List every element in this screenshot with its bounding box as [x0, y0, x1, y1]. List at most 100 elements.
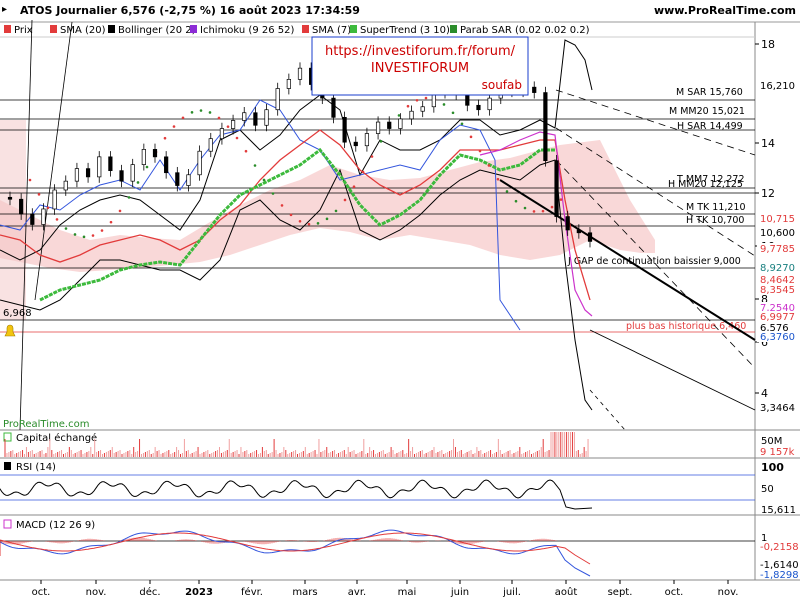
macd-tag: -1,8298 [760, 570, 799, 581]
macd-signal-line [0, 532, 591, 565]
price-tag-label: 6,9977 [760, 312, 795, 323]
candlestick [186, 174, 191, 186]
candlestick [476, 104, 481, 111]
sar-dot [91, 234, 95, 237]
price-tag-label: 9,7785 [760, 244, 795, 255]
channel-bottom [589, 329, 756, 411]
rsi-tag: 15,611 [761, 505, 796, 516]
sar-dot [487, 164, 491, 167]
sar-dot [307, 222, 311, 226]
sar-dot [442, 103, 446, 106]
sar-dot [217, 116, 221, 120]
macd-label: MACD (12 26 9) [16, 520, 95, 531]
legend-item-label: Ichimoku (9 26 52) [200, 25, 294, 36]
left-level-label: 6,968 [3, 308, 32, 319]
candlestick [532, 86, 537, 93]
macd-line [0, 529, 591, 577]
sar-dot [181, 116, 185, 120]
sar-dot [127, 196, 131, 199]
candlestick [398, 118, 403, 129]
candlestick [175, 172, 180, 186]
sar-dot [172, 125, 176, 128]
candlestick [208, 138, 213, 152]
candlestick [85, 168, 91, 178]
legend-swatch [450, 25, 457, 33]
rsi-swatch [4, 462, 11, 470]
level-annotation: H SAR 14,499 [677, 121, 743, 132]
candlestick [41, 208, 46, 225]
indicator-legend: Prix SMA (20) Bollinger (20 2) Ichimoku (9 … [4, 25, 590, 36]
candlestick [297, 67, 303, 80]
candlestick [543, 92, 548, 162]
sar-dot [406, 104, 410, 108]
legend-swatch [190, 25, 197, 33]
candlestick [30, 213, 35, 225]
sar-dot [325, 217, 329, 221]
candlestick [587, 232, 593, 242]
chart-root: ▸ ATOS Journalier 6,576 (-2,75 %) 16 aoû… [0, 0, 800, 600]
legend-item-label: Parab SAR (0.02 0.02 0.2) [460, 25, 590, 36]
candlestick [19, 198, 24, 215]
sar-dot [397, 114, 401, 117]
left-cloud-band [0, 120, 26, 320]
sar-dot [523, 206, 527, 210]
watermark-url: https://investiforum.fr/forum/ [325, 44, 516, 59]
candlestick [409, 110, 414, 120]
sar-dot [100, 229, 104, 232]
candlestick [264, 109, 269, 126]
sar-dot [451, 111, 455, 115]
candlestick [119, 170, 124, 182]
bell-shape [4, 324, 16, 337]
legend-item-label: SMA (20) [60, 25, 106, 36]
sar-dot [361, 170, 365, 174]
time-tick-label: mars [292, 587, 317, 598]
sar-dot [46, 206, 50, 210]
sar-dot [532, 210, 536, 213]
time-tick-label: 2023 [185, 587, 213, 598]
volume-panel: Capital échangé 50M9 157k [3, 432, 795, 458]
sar-dot [343, 198, 347, 202]
volume-tag: 9 157k [760, 447, 795, 458]
level-annotation: H TK 10,700 [686, 215, 744, 226]
sar-dot [136, 181, 140, 184]
time-tick-label: oct. [665, 587, 684, 598]
bell-alert-icon [4, 324, 16, 337]
candlestick [242, 112, 247, 121]
candlestick [375, 121, 381, 134]
time-tick-label: nov. [86, 587, 107, 598]
price-tag-label: 3,3464 [760, 403, 795, 414]
sar-dot [244, 149, 248, 153]
sar-dot [496, 177, 500, 181]
sar-dot [415, 99, 419, 102]
candlestick [554, 160, 559, 217]
legend-item-label: SMA (7) [312, 25, 351, 36]
sar-dot [28, 178, 32, 182]
candlestick [465, 93, 470, 106]
sar-dot [505, 190, 509, 193]
sar-dot [370, 155, 374, 158]
time-tick-label: févr. [241, 586, 263, 598]
candlestick [130, 164, 135, 182]
candlestick [576, 229, 581, 234]
legend-item-label: Prix [14, 25, 33, 36]
rsi-label: RSI (14) [16, 462, 56, 473]
rsi-panel: RSI (14) 100 50 15,611 [0, 461, 796, 516]
macd-swatch [3, 519, 12, 529]
macd-panel: MACD (12 26 9)1-0,2158-1,6140-1,8298 [0, 519, 799, 581]
volume-label: Capital échangé [16, 432, 97, 444]
watermark-box: https://investiforum.fr/forum/INVESTIFOR… [311, 36, 529, 96]
time-tick-label: oct. [32, 587, 51, 598]
copyright-label: ProRealTime.com [3, 419, 89, 430]
sar-dot [379, 140, 383, 143]
level-annotation: H MM20 12,125 [668, 179, 743, 190]
price-tag-label: 8,3545 [760, 285, 795, 296]
price-tag-label: 10,715 [760, 214, 795, 225]
candlestick [219, 128, 225, 140]
rsi-axis-100: 100 [761, 461, 784, 474]
candlestick [97, 156, 102, 178]
time-tick-label: nov. [718, 587, 739, 598]
level-annotation: M SAR 15,760 [676, 87, 743, 98]
legend-swatch [108, 25, 115, 33]
price-axis: 1814121086416,21010,71510,6009,77858,927… [755, 38, 799, 414]
gap-annotation: J GAP de continuation baissier 9,000 [567, 256, 741, 267]
